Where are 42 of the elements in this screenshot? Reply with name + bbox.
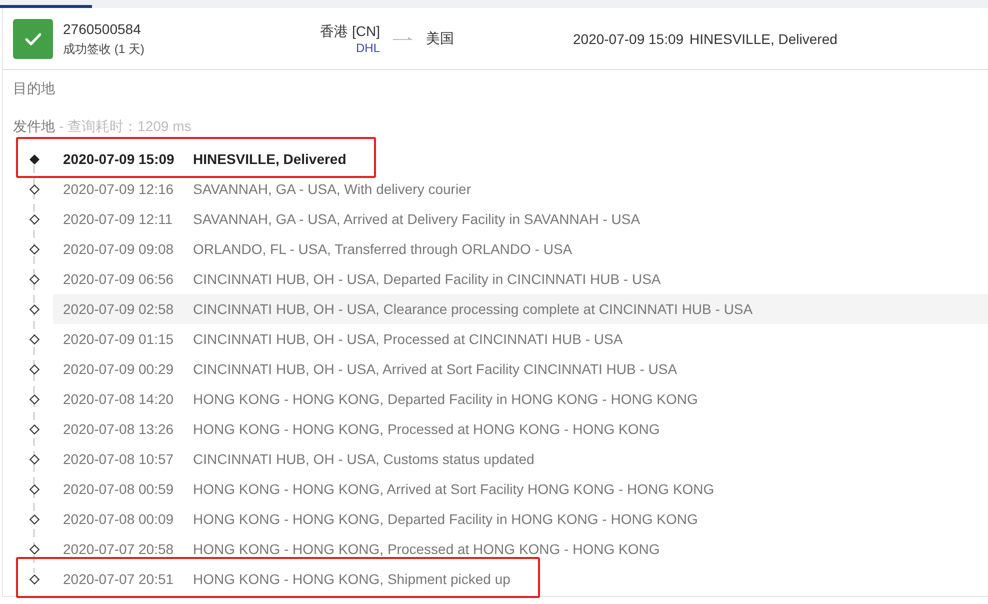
event-description: SAVANNAH, GA - USA, With delivery courier	[193, 181, 471, 197]
event-description: HONG KONG - HONG KONG, Shipment picked up	[193, 571, 510, 587]
destination-country: 美国	[426, 30, 455, 48]
event-time: 2020-07-09 12:16	[62, 181, 175, 197]
event-time: 2020-07-09 00:29	[62, 361, 175, 377]
tab[interactable]	[0, 5, 92, 8]
event-description: HONG KONG - HONG KONG, Processed at HONG KONG - HONG KONG	[193, 421, 660, 437]
event-time: 2020-07-07 20:51	[62, 571, 175, 587]
query-time-text: - 查询耗时：1209 ms	[59, 117, 192, 136]
event-time: 2020-07-09 12:11	[62, 211, 174, 227]
event-description: CINCINNATI HUB, OH - USA, Processed at CINCINNATI HUB - USA	[193, 331, 623, 347]
event-time: 2020-07-08 10:57	[62, 451, 175, 467]
event-description: HONG KONG - HONG KONG, Departed Facility in HONG KONG - HONG KONG	[193, 511, 698, 527]
event-description: CINCINNATI HUB, OH - USA, Clearance processing complete at CINCINNATI HUB - USA	[193, 301, 753, 317]
event-time: 2020-07-09 06:56	[62, 271, 175, 287]
event-time: 2020-07-09 02:58	[62, 301, 175, 317]
arrow-icon	[393, 36, 413, 42]
latest-event-time: 2020-07-09 15:09	[573, 31, 684, 47]
event-description: ORLANDO, FL - USA, Transferred through ORLANDO - USA	[193, 241, 572, 257]
event-time: 2020-07-09 15:09	[62, 151, 176, 167]
event-description: HONG KONG - HONG KONG, Processed at HONG KONG - HONG KONG	[193, 541, 660, 557]
event-time: 2020-07-08 13:26	[62, 421, 175, 437]
origin-label: 发件地	[13, 117, 55, 136]
event-description: CINCINNATI HUB, OH - USA, Customs status updated	[193, 451, 534, 467]
event-time: 2020-07-08 00:09	[62, 511, 175, 527]
tracking-number: 2760500584	[63, 20, 141, 39]
status-text: 成功签收 (1 天)	[63, 41, 144, 58]
event-time: 2020-07-08 00:59	[62, 481, 175, 497]
event-description: HONG KONG - HONG KONG, Departed Facility in HONG KONG - HONG KONG	[193, 391, 698, 407]
event-description: SAVANNAH, GA - USA, Arrived at Delivery Facility in SAVANNAH - USA	[193, 211, 640, 227]
event-time: 2020-07-09 09:08	[62, 241, 175, 257]
event-time: 2020-07-07 20:58	[62, 541, 175, 557]
destination-label: 目的地	[13, 79, 55, 98]
event-description: HONG KONG - HONG KONG, Arrived at Sort Facility HONG KONG - HONG KONG	[193, 481, 714, 497]
event-time: 2020-07-08 14:20	[62, 391, 175, 407]
event-description: CINCINNATI HUB, OH - USA, Departed Facility in CINCINNATI HUB - USA	[193, 271, 661, 287]
event-description: HINESVILLE, Delivered	[193, 151, 346, 167]
event-time: 2020-07-09 01:15	[62, 331, 175, 347]
carrier-name: DHL	[356, 40, 380, 56]
origin-country: 香港 [CN]	[320, 22, 380, 40]
latest-event-text: HINESVILLE, Delivered	[690, 31, 838, 47]
event-description: CINCINNATI HUB, OH - USA, Arrived at Sort Facility CINCINNATI HUB - USA	[193, 361, 678, 377]
